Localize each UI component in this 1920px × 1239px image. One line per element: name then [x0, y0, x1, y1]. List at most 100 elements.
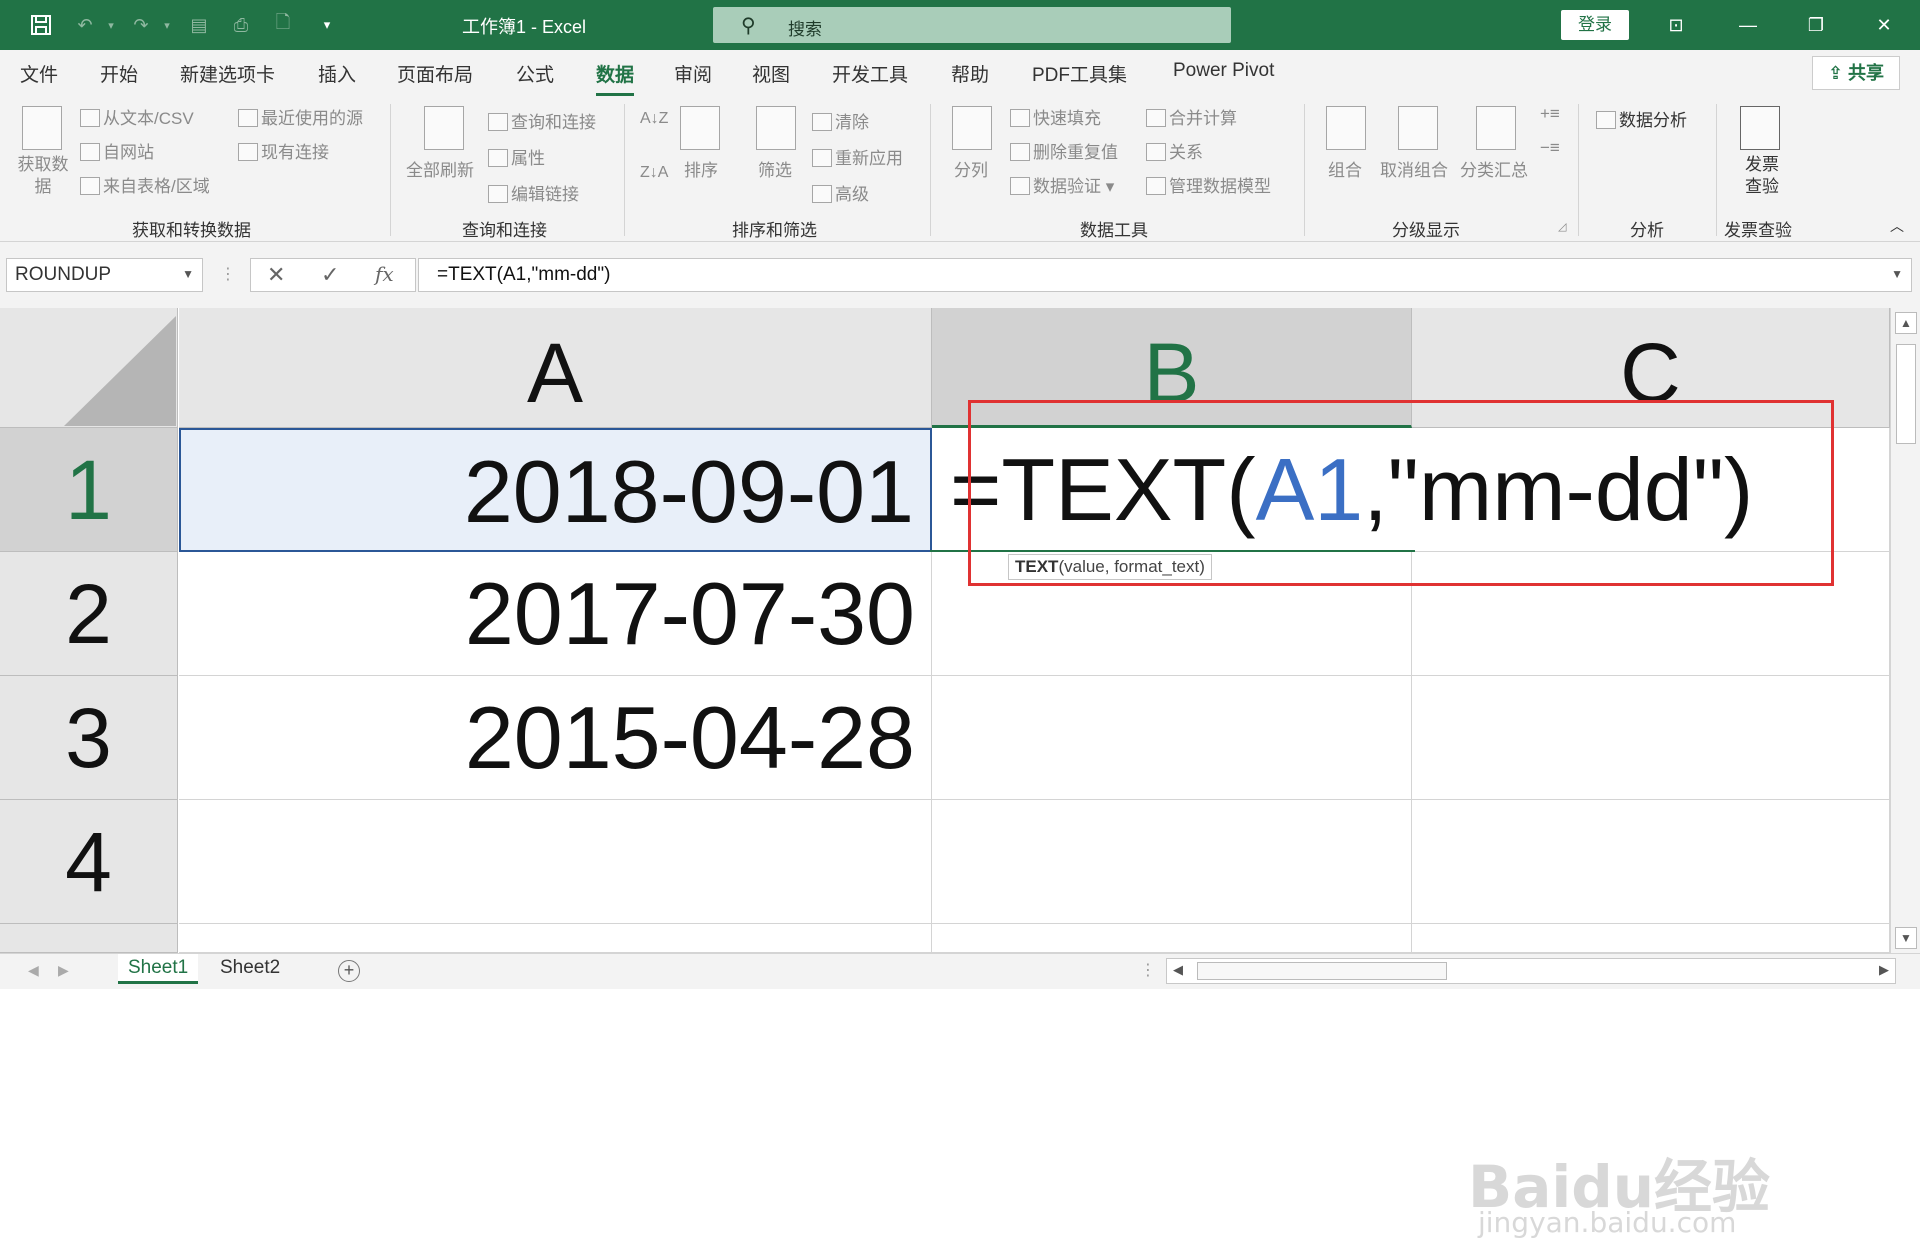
formula-input[interactable]: =TEXT(A1,"mm-dd") ▼	[418, 258, 1912, 292]
get-data-button[interactable]: 获取数 据	[14, 154, 72, 198]
customize-qat-icon[interactable]: ▾	[314, 12, 340, 38]
tab-home[interactable]: 开始	[100, 60, 138, 87]
cell-a3[interactable]: 2015-04-28	[179, 676, 932, 800]
chevron-down-icon[interactable]: ▼	[182, 267, 194, 281]
invoice-check-button[interactable]: 发票 查验	[1742, 154, 1782, 198]
cell-c3[interactable]	[1412, 676, 1890, 800]
redo-icon[interactable]: ↷	[128, 12, 154, 38]
tab-formulas[interactable]: 公式	[516, 60, 554, 87]
group-button[interactable]: 组合	[1328, 156, 1362, 181]
tab-developer[interactable]: 开发工具	[832, 60, 908, 87]
sort-asc-icon[interactable]: A↓Z	[640, 110, 668, 128]
document-icon[interactable]: 🗋	[270, 12, 296, 38]
enter-icon[interactable]: ✓	[321, 262, 339, 288]
filter-button[interactable]: 筛选	[758, 156, 792, 181]
add-sheet-icon[interactable]: +	[338, 960, 360, 982]
reapply-button[interactable]: 重新应用	[812, 144, 903, 169]
row-header-4[interactable]: 4	[0, 800, 178, 924]
remove-duplicates-button[interactable]: 删除重复值	[1010, 138, 1118, 163]
chevron-down-icon[interactable]: ▼	[1891, 267, 1903, 281]
tab-power-pivot[interactable]: Power Pivot	[1173, 60, 1274, 82]
cell-c5[interactable]	[1412, 924, 1890, 953]
scroll-left-icon[interactable]: ◀	[1173, 962, 1183, 978]
scroll-right-icon[interactable]: ▶	[1879, 962, 1889, 978]
tab-data[interactable]: 数据	[596, 60, 635, 96]
dialog-launcher-icon[interactable]: ◿	[1558, 220, 1566, 233]
cell-a5[interactable]	[179, 924, 932, 953]
prev-sheet-icon[interactable]: ◀	[28, 962, 39, 979]
tab-help[interactable]: 帮助	[951, 60, 989, 87]
select-all-button[interactable]	[0, 308, 178, 428]
scroll-down-icon[interactable]: ▼	[1895, 927, 1917, 949]
minimize-icon[interactable]: —	[1728, 10, 1768, 40]
edit-links-button[interactable]: 编辑链接	[488, 180, 579, 205]
sort-button[interactable]: 排序	[684, 156, 718, 181]
row-header-1[interactable]: 1	[0, 428, 178, 552]
from-web-button[interactable]: 自网站	[80, 138, 154, 163]
drag-handle-icon[interactable]: ⋮	[1140, 960, 1156, 980]
from-table-button[interactable]: 来自表格/区域	[80, 172, 210, 197]
properties-button[interactable]: 属性	[488, 144, 545, 169]
collapse-ribbon-icon[interactable]: ︿	[1890, 216, 1904, 236]
scroll-up-icon[interactable]: ▲	[1895, 312, 1917, 334]
advanced-button[interactable]: 高级	[812, 180, 869, 205]
cancel-icon[interactable]: ✕	[267, 262, 285, 288]
tab-insert[interactable]: 插入	[318, 60, 356, 87]
clear-button[interactable]: 清除	[812, 108, 869, 133]
ribbon-display-icon[interactable]: ⊡	[1656, 10, 1696, 40]
split-button[interactable]: 分列	[954, 156, 988, 181]
chevron-down-icon[interactable]: ▾	[154, 12, 180, 38]
share-button[interactable]: ⇪ 共享	[1812, 56, 1900, 90]
sheet-tab-sheet1[interactable]: Sheet1	[118, 954, 199, 984]
form-icon[interactable]: ▤	[186, 12, 212, 38]
cell-a2[interactable]: 2017-07-30	[179, 552, 932, 676]
manage-data-model-button[interactable]: 管理数据模型	[1146, 172, 1271, 197]
tab-new[interactable]: 新建选项卡	[180, 60, 275, 87]
data-validation-button[interactable]: 数据验证 ▾	[1010, 172, 1114, 197]
consolidate-button[interactable]: 合并计算	[1146, 104, 1237, 129]
tab-review[interactable]: 审阅	[674, 60, 712, 87]
from-text-csv-button[interactable]: 从文本/CSV	[80, 104, 194, 129]
data-analysis-button[interactable]: 数据分析	[1596, 106, 1687, 131]
close-icon[interactable]: ✕	[1864, 10, 1904, 40]
tab-pdf-tools[interactable]: PDF工具集	[1032, 60, 1127, 87]
subtotal-button[interactable]: 分类汇总	[1460, 156, 1528, 181]
row-header-5[interactable]	[0, 924, 178, 953]
cell-b5[interactable]	[932, 924, 1412, 953]
vertical-scrollbar[interactable]: ▲ ▼	[1890, 308, 1920, 953]
sheet-tab-sheet2[interactable]: Sheet2	[210, 954, 290, 984]
cell-b3[interactable]	[932, 676, 1412, 800]
chevron-down-icon[interactable]: ▾	[98, 12, 124, 38]
insert-function-icon[interactable]: fx	[375, 262, 394, 286]
hscroll-thumb[interactable]	[1197, 962, 1447, 980]
print-preview-icon[interactable]: ⎙	[228, 12, 254, 38]
name-box[interactable]: ROUNDUP ▼	[6, 258, 203, 292]
restore-icon[interactable]: ❐	[1796, 10, 1836, 40]
horizontal-scrollbar[interactable]: ◀ ▶	[1166, 958, 1896, 984]
ungroup-button[interactable]: 取消组合	[1380, 156, 1448, 181]
tab-view[interactable]: 视图	[752, 60, 790, 87]
search-box[interactable]: ⚲ 搜索	[713, 7, 1231, 43]
row-header-2[interactable]: 2	[0, 552, 178, 676]
refresh-all-button[interactable]: 全部刷新	[406, 156, 474, 181]
relations-button[interactable]: 关系	[1146, 138, 1203, 163]
cell-a1[interactable]: 2018-09-01	[179, 428, 932, 552]
flash-fill-button[interactable]: 快速填充	[1010, 104, 1101, 129]
tab-page-layout[interactable]: 页面布局	[397, 60, 473, 87]
existing-connections-button[interactable]: 现有连接	[238, 138, 329, 163]
show-detail-icon[interactable]: +≡	[1540, 104, 1560, 124]
recent-sources-button[interactable]: 最近使用的源	[238, 104, 363, 129]
column-header-a[interactable]: A	[179, 308, 932, 428]
queries-connections-button[interactable]: 查询和连接	[488, 108, 596, 133]
cell-b4[interactable]	[932, 800, 1412, 924]
next-sheet-icon[interactable]: ▶	[58, 962, 69, 979]
login-button[interactable]: 登录	[1561, 10, 1629, 40]
tab-file[interactable]: 文件	[20, 60, 58, 87]
scroll-thumb[interactable]	[1896, 344, 1916, 444]
row-header-3[interactable]: 3	[0, 676, 178, 800]
cell-a4[interactable]	[179, 800, 932, 924]
sort-desc-icon[interactable]: Z↓A	[640, 164, 668, 182]
undo-icon[interactable]: ↶	[72, 12, 98, 38]
hide-detail-icon[interactable]: −≡	[1540, 138, 1560, 158]
cell-c4[interactable]	[1412, 800, 1890, 924]
